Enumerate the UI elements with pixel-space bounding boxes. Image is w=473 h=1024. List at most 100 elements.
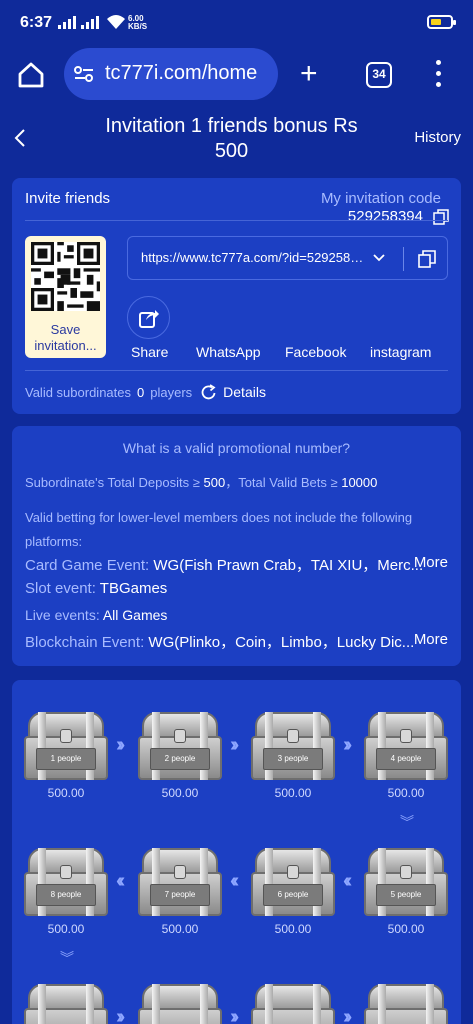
share-option-instagram[interactable]: instagram [370, 344, 431, 360]
rules-card: What is a valid promotional number? Subo… [12, 426, 461, 666]
divider [403, 247, 404, 271]
treasure-chest-icon[interactable] [364, 984, 448, 1024]
invite-link-field[interactable]: https://www.tc777a.com/?id=529258394 [127, 236, 448, 280]
share-icon [139, 310, 159, 328]
chest-people-label: 4 people [376, 748, 436, 770]
deposit-requirement-label: Subordinate's Total Deposits ≥ [25, 475, 200, 490]
page-header: Invitation 1 friends bonus Rs 500 Histor… [0, 108, 473, 166]
event-label: Blockchain Event: [25, 634, 145, 651]
treasure-chest-icon[interactable]: 7 people [138, 848, 222, 916]
treasure-chest-icon[interactable]: 1 people [24, 712, 108, 780]
event-label: Card Game Event: [25, 557, 150, 574]
double-chevron-right-icon: ›› [343, 1006, 353, 1024]
treasure-chest-icon[interactable] [24, 984, 108, 1024]
requirement-line: Subordinate's Total Deposits ≥ 500，Total… [25, 472, 377, 491]
double-chevron-left-icon: ‹‹ [116, 870, 126, 892]
invitation-code: 529258394 [347, 208, 423, 225]
event-label: Live events: [25, 607, 100, 623]
address-bar[interactable]: tc777i.com/home [64, 48, 278, 100]
reward-amount: 500.00 [387, 786, 425, 800]
valid-subordinates-count: 0 [137, 384, 145, 400]
valid-subordinates-row: Valid subordinates 0 players Details [25, 384, 266, 400]
reward-amount: 500.00 [274, 786, 312, 800]
browser-toolbar: tc777i.com/home + 34 [0, 46, 473, 108]
more-link[interactable]: More [414, 554, 448, 571]
home-icon[interactable] [16, 60, 46, 90]
more-link[interactable]: More [414, 631, 448, 648]
more-menu-icon[interactable] [436, 60, 442, 88]
reward-amount: 500.00 [161, 786, 199, 800]
invite-link: https://www.tc777a.com/?id=529258394 [141, 250, 367, 265]
reward-amount: 500.00 [47, 922, 85, 936]
battery-icon [427, 15, 456, 29]
status-bar: 6:37 6.00 KB/S [0, 0, 473, 46]
valid-subordinates-label: Valid subordinates [25, 384, 131, 400]
save-invitation-button[interactable]: Save invitation... [25, 322, 106, 354]
copy-link-icon[interactable] [418, 250, 436, 268]
deposit-requirement-value: 500 [203, 475, 226, 490]
divider [25, 220, 448, 221]
double-chevron-right-icon: ›› [116, 734, 126, 756]
copy-icon[interactable] [433, 208, 449, 225]
share-option-facebook[interactable]: Facebook [285, 344, 346, 360]
back-arrow-icon[interactable] [12, 128, 30, 148]
chest-people-label: 6 people [263, 884, 323, 906]
site-settings-icon[interactable] [74, 66, 94, 82]
page-title: Invitation 1 friends bonus Rs 500 [105, 115, 358, 162]
rewards-card: 1 people 500.00 ›› 2 people 500.00 ›› 3 … [12, 680, 461, 1024]
chest-people-label: 1 people [36, 748, 96, 770]
wifi-icon [107, 15, 125, 29]
invite-card: Invite friends My invitation code 529258… [12, 178, 461, 414]
chest-people-label: 5 people [376, 884, 436, 906]
share-option-whatsapp[interactable]: WhatsApp [196, 344, 261, 360]
double-chevron-left-icon: ‹‹ [343, 870, 353, 892]
share-button[interactable] [127, 296, 170, 339]
event-label: Slot event: [25, 580, 96, 597]
event-value: TBGames [99, 580, 168, 597]
chest-people-label: 8 people [36, 884, 96, 906]
details-link[interactable]: Details [223, 384, 266, 400]
double-chevron-right-icon: ›› [230, 1006, 240, 1024]
double-chevron-down-icon: ︾ [60, 950, 74, 966]
event-value: All Games [102, 607, 168, 623]
double-chevron-left-icon: ‹‹ [230, 870, 240, 892]
chevron-down-icon[interactable] [372, 251, 386, 265]
invitation-code-row: 529258394 [348, 208, 449, 225]
new-tab-button[interactable]: + [300, 59, 318, 89]
treasure-chest-icon[interactable]: 4 people [364, 712, 448, 780]
status-time: 6:37 [20, 14, 53, 31]
treasure-chest-icon[interactable]: 3 people [251, 712, 335, 780]
treasure-chest-icon[interactable] [138, 984, 222, 1024]
reward-amount: 500.00 [161, 922, 199, 936]
divider [25, 370, 448, 371]
chest-people-label: 2 people [150, 748, 210, 770]
tab-switcher-button[interactable]: 34 [366, 62, 392, 88]
double-chevron-down-icon: ︾ [400, 814, 414, 830]
signal-icon-2 [81, 16, 99, 29]
invitation-code-label: My invitation code [320, 190, 441, 207]
qr-code-card[interactable]: Save invitation... [25, 236, 106, 358]
treasure-chest-icon[interactable]: 6 people [251, 848, 335, 916]
chest-people-label: 7 people [150, 884, 210, 906]
double-chevron-right-icon: ›› [230, 734, 240, 756]
reward-amount: 500.00 [47, 786, 85, 800]
history-link[interactable]: History [414, 129, 461, 146]
event-row-card-game: Card Game Event: WG(Fish Prawn Crab，TAI … [25, 554, 425, 575]
invite-friends-label: Invite friends [25, 190, 111, 207]
event-row-live: Live events: All Games [25, 607, 425, 623]
bets-requirement-label: ，Total Valid Bets ≥ [225, 475, 338, 490]
treasure-chest-icon[interactable] [251, 984, 335, 1024]
treasure-chest-icon[interactable]: 5 people [364, 848, 448, 916]
double-chevron-right-icon: ›› [343, 734, 353, 756]
rules-question: What is a valid promotional number? [122, 440, 351, 456]
refresh-icon[interactable] [201, 384, 217, 400]
event-value: WG(Fish Prawn Crab，TAI XIU，Merc... [153, 557, 424, 574]
bets-requirement-value: 10000 [341, 475, 378, 490]
treasure-chest-icon[interactable]: 2 people [138, 712, 222, 780]
signal-icon [58, 16, 76, 29]
event-value: WG(Plinko，Coin，Limbo，Lucky Dic... [148, 634, 415, 651]
treasure-chest-icon[interactable]: 8 people [24, 848, 108, 916]
share-option-share[interactable]: Share [131, 344, 168, 360]
event-row-slot: Slot event: TBGames [25, 580, 425, 597]
reward-amount: 500.00 [387, 922, 425, 936]
